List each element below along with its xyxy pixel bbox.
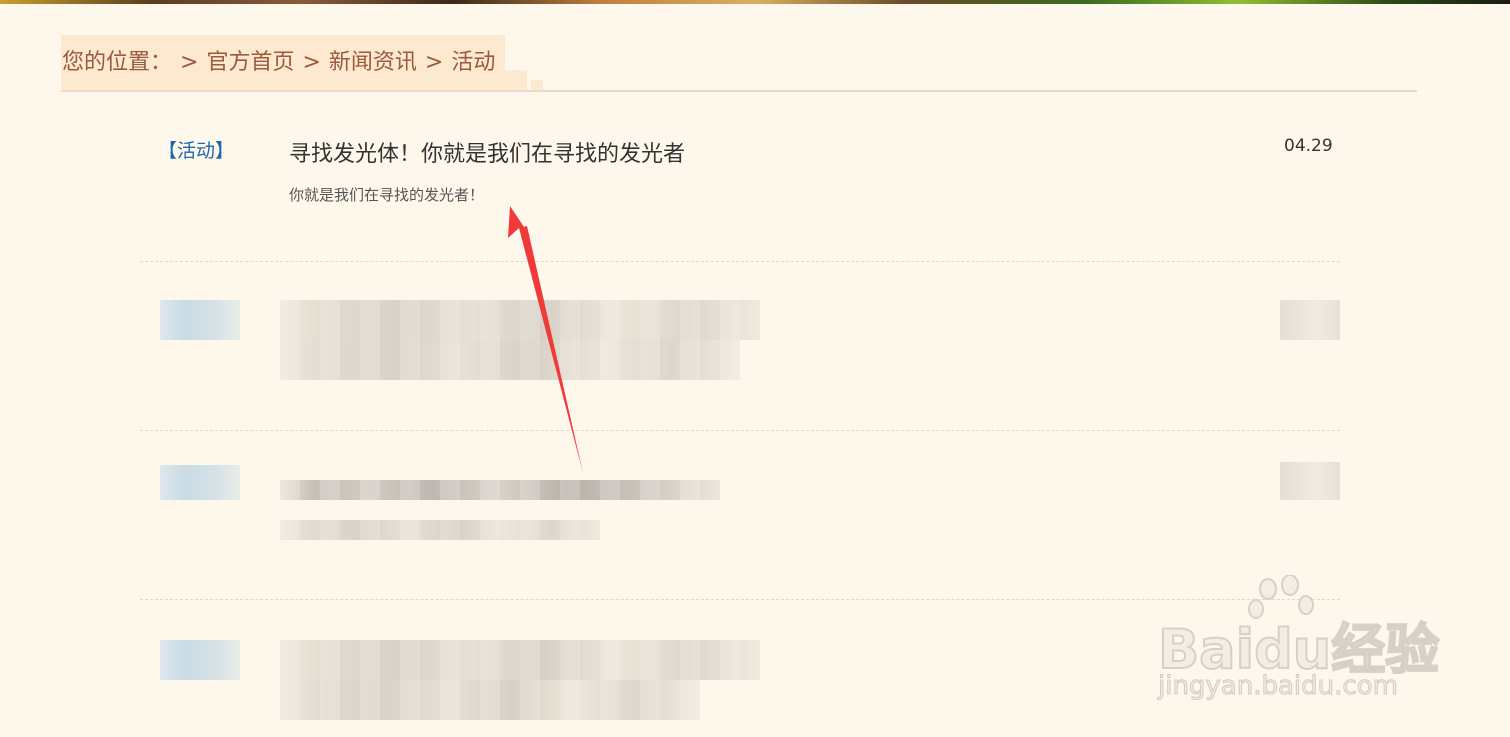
article-summary: 你就是我们在寻找的发光者！ <box>289 186 485 204</box>
breadcrumb-separator: > <box>180 50 199 75</box>
breadcrumb-label: 您的位置： <box>62 50 173 75</box>
blurred-summary <box>280 520 600 540</box>
blurred-title <box>280 640 760 680</box>
article-item[interactable]: 【活动】 寻找发光体！你就是我们在寻找的发光者 你就是我们在寻找的发光者！ 04… <box>140 120 1340 262</box>
breadcrumb-separator: > <box>302 50 321 75</box>
blurred-summary <box>280 340 740 380</box>
top-banner-image <box>0 0 1510 4</box>
blurred-tag <box>160 465 240 500</box>
article-title-link[interactable]: 寻找发光体！你就是我们在寻找的发光者 <box>289 136 685 168</box>
breadcrumb-link-news[interactable]: 新闻资讯 <box>329 50 417 75</box>
blurred-date <box>1280 462 1340 500</box>
breadcrumb-link-activity[interactable]: 活动 <box>451 50 495 75</box>
blurred-title <box>280 480 720 500</box>
breadcrumb-decoration <box>531 80 543 90</box>
breadcrumb: 您的位置： > 官方首页 > 新闻资讯 > 活动 <box>62 48 495 78</box>
breadcrumb-link-home[interactable]: 官方首页 <box>206 50 294 75</box>
article-divider <box>140 430 1340 431</box>
article-divider <box>140 261 1340 262</box>
article-date: 04.29 <box>1284 136 1333 156</box>
breadcrumb-underline <box>61 90 1417 92</box>
blurred-summary <box>280 680 700 720</box>
watermark-url-text: jingyan.baidu.com <box>1158 671 1399 702</box>
blurred-date <box>1280 300 1340 340</box>
breadcrumb-separator: > <box>424 50 444 75</box>
breadcrumb-decoration <box>505 70 527 90</box>
article-category-tag[interactable]: 【活动】 <box>158 136 234 163</box>
blurred-tag <box>160 640 240 680</box>
blurred-tag <box>160 300 240 340</box>
baidu-watermark: Baidu经验 jingyan.baidu.com <box>1157 575 1440 705</box>
blurred-title <box>280 300 760 340</box>
